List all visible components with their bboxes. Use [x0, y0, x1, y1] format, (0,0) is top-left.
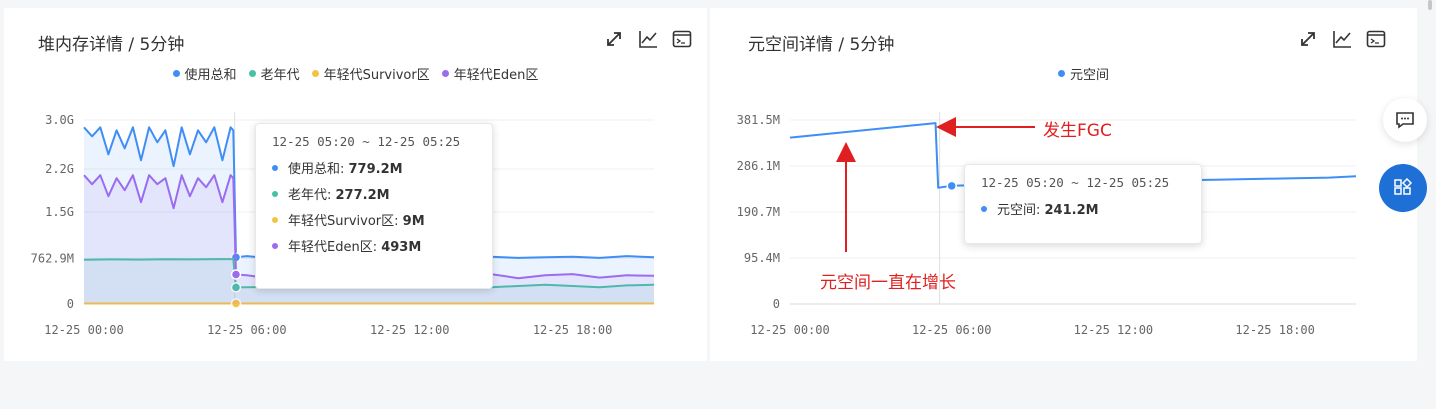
annotation-arrows	[836, 117, 1035, 252]
apps-button[interactable]	[1379, 164, 1427, 212]
fgc-annotation: 发生FGC	[1043, 121, 1112, 141]
bottom-strip	[0, 384, 1436, 409]
apps-icon	[1394, 177, 1413, 195]
growth-annotation: 元空间一直在增长	[820, 273, 956, 293]
scrollbar-thumb[interactable]	[1428, 0, 1432, 10]
comment-icon	[1396, 112, 1414, 129]
comment-button[interactable]	[1383, 98, 1427, 142]
